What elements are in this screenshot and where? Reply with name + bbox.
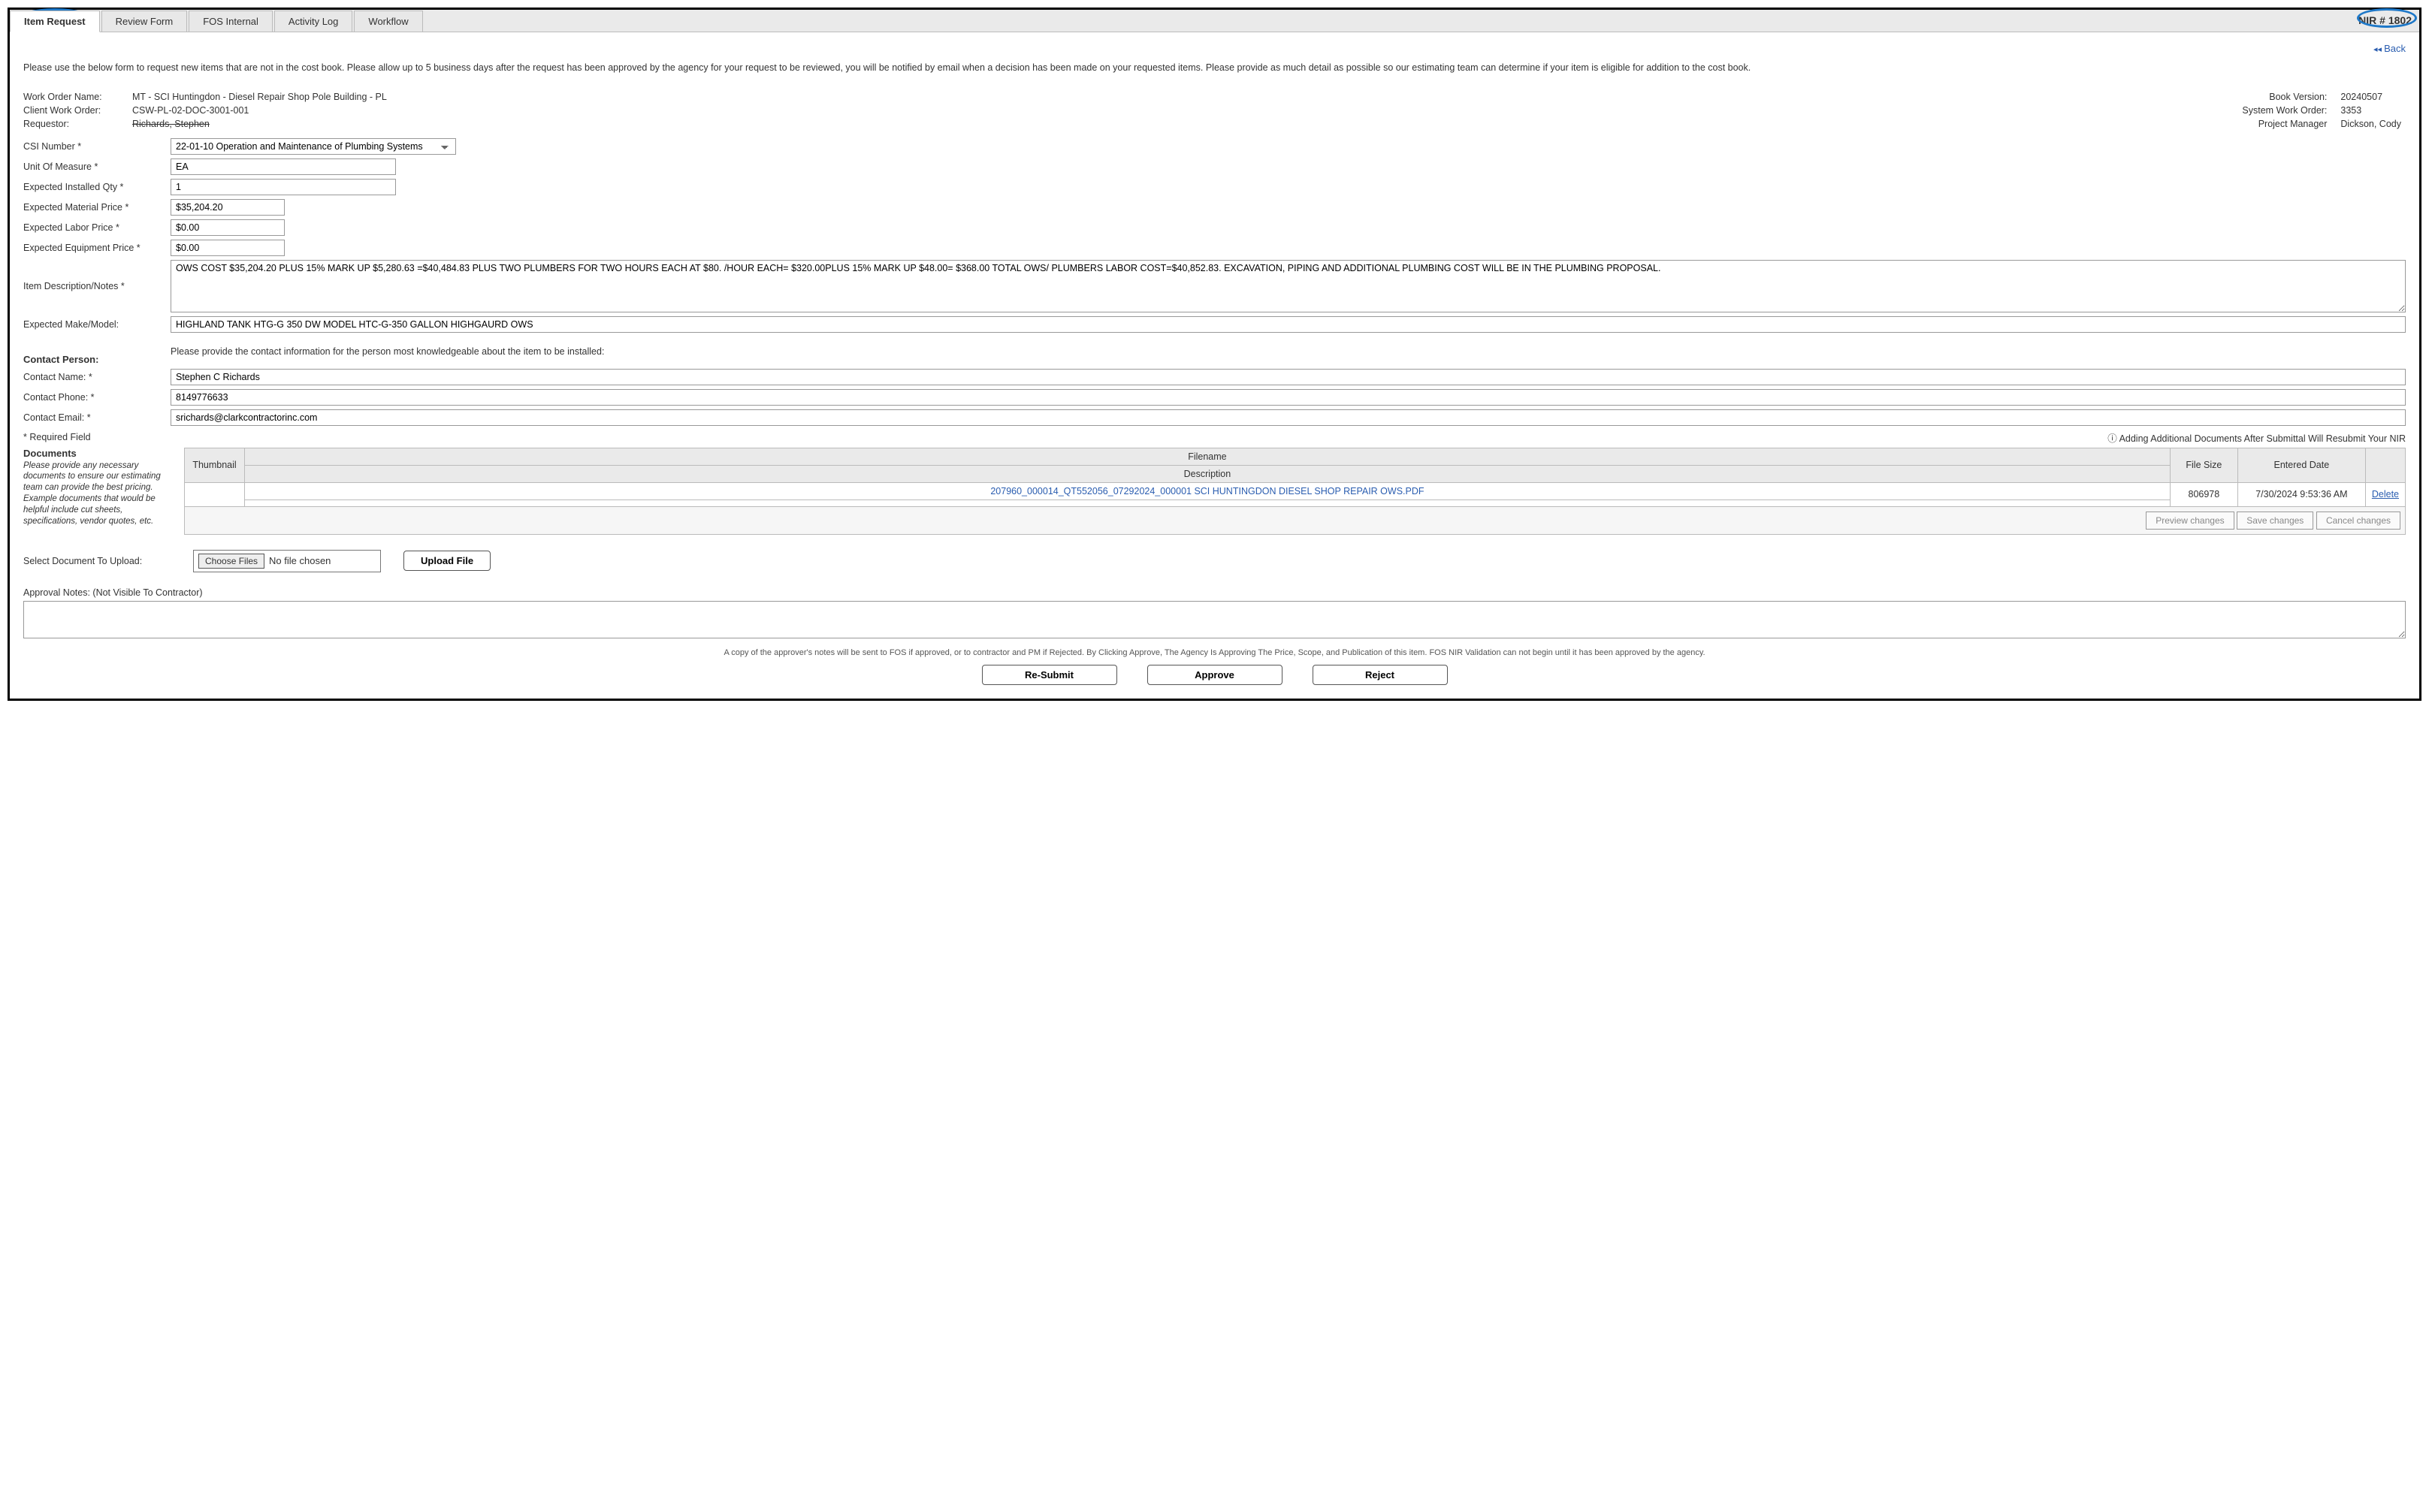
book-version-label: Book Version: <box>2231 90 2340 104</box>
exp-qty-label: Expected Installed Qty * <box>23 182 171 192</box>
exp-make-input[interactable] <box>171 316 2406 333</box>
app-frame: Item Request Review Form FOS Internal Ac… <box>8 8 2421 701</box>
csi-number-label: CSI Number * <box>23 141 171 152</box>
cell-filename[interactable]: 207960_000014_QT552056_07292024_000001 S… <box>245 482 2171 499</box>
work-order-name-label: Work Order Name: <box>23 90 132 104</box>
exp-equip-input[interactable] <box>171 240 285 256</box>
item-desc-label: Item Description/Notes * <box>23 260 171 291</box>
contact-phone-label: Contact Phone: * <box>23 392 171 403</box>
exp-material-input[interactable] <box>171 199 285 216</box>
approve-button[interactable]: Approve <box>1147 665 1282 685</box>
exp-material-label: Expected Material Price * <box>23 202 171 213</box>
project-manager-value: Dickson, Cody <box>2340 117 2406 131</box>
contact-email-input[interactable] <box>171 409 2406 426</box>
upload-label: Select Document To Upload: <box>23 556 171 566</box>
table-row-desc <box>185 499 2406 506</box>
cell-entered: 7/30/2024 9:53:36 AM <box>2237 482 2365 506</box>
tab-fos-internal[interactable]: FOS Internal <box>189 11 273 32</box>
preview-changes-button[interactable]: Preview changes <box>2146 512 2234 530</box>
approval-notes-label: Approval Notes: (Not Visible To Contract… <box>23 587 2406 598</box>
table-row: 207960_000014_QT552056_07292024_000001 S… <box>185 482 2406 499</box>
delete-link[interactable]: Delete <box>2372 489 2399 499</box>
book-version-value: 20240507 <box>2340 90 2406 104</box>
choose-files-button[interactable]: Choose Files <box>198 554 264 569</box>
file-chooser[interactable]: Choose Files No file chosen <box>193 550 381 572</box>
work-order-name-value: MT - SCI Huntingdon - Diesel Repair Shop… <box>132 90 391 104</box>
uom-label: Unit Of Measure * <box>23 161 171 172</box>
col-description: Description <box>245 465 2171 482</box>
requestor-label: Requestor: <box>23 117 132 131</box>
exp-make-label: Expected Make/Model: <box>23 319 171 330</box>
cell-thumbnail <box>185 482 245 506</box>
requestor-value: Richards, Stephen <box>132 117 391 131</box>
cell-filesize: 806978 <box>2170 482 2237 506</box>
tab-review-form[interactable]: Review Form <box>101 11 188 32</box>
table-header-row: Thumbnail Filename File Size Entered Dat… <box>185 448 2406 465</box>
no-file-text: No file chosen <box>269 555 331 566</box>
contact-name-input[interactable] <box>171 369 2406 385</box>
exp-equip-label: Expected Equipment Price * <box>23 243 171 253</box>
header-row: Work Order Name: MT - SCI Huntingdon - D… <box>23 90 2406 131</box>
required-note: * Required Field <box>23 432 91 442</box>
documents-table: Thumbnail Filename File Size Entered Dat… <box>184 448 2406 507</box>
documents-description: Please provide any necessary documents t… <box>23 460 171 528</box>
approval-notes-textarea[interactable] <box>23 601 2406 638</box>
col-actions <box>2365 448 2405 482</box>
nir-number: NIR # 1802 <box>2358 14 2412 26</box>
cancel-changes-button[interactable]: Cancel changes <box>2316 512 2400 530</box>
contact-section-label: Contact Person: <box>23 354 171 365</box>
cell-description <box>245 499 2171 506</box>
reject-button[interactable]: Reject <box>1313 665 1448 685</box>
client-work-order-label: Client Work Order: <box>23 104 132 117</box>
exp-labor-input[interactable] <box>171 219 285 236</box>
contact-phone-input[interactable] <box>171 389 2406 406</box>
system-work-order-value: 3353 <box>2340 104 2406 117</box>
system-work-order-label: System Work Order: <box>2231 104 2340 117</box>
resubmit-note: Adding Additional Documents After Submit… <box>2107 430 2406 445</box>
content-area: Back Please use the below form to reques… <box>10 32 2419 699</box>
tab-bar: Item Request Review Form FOS Internal Ac… <box>10 10 2419 32</box>
contact-name-label: Contact Name: * <box>23 372 171 382</box>
contact-email-label: Contact Email: * <box>23 412 171 423</box>
csi-number-select[interactable]: 22-01-10 Operation and Maintenance of Pl… <box>171 138 456 155</box>
approval-footnote: A copy of the approver's notes will be s… <box>23 648 2406 657</box>
tab-workflow[interactable]: Workflow <box>354 11 422 32</box>
save-changes-button[interactable]: Save changes <box>2237 512 2313 530</box>
item-desc-textarea[interactable] <box>171 260 2406 312</box>
col-filesize: File Size <box>2170 448 2237 482</box>
documents-footer: Preview changes Save changes Cancel chan… <box>184 507 2406 535</box>
documents-heading: Documents <box>23 448 77 459</box>
exp-qty-input[interactable] <box>171 179 396 195</box>
tab-activity-log[interactable]: Activity Log <box>274 11 352 32</box>
contact-instruction: Please provide the contact information f… <box>171 346 604 357</box>
exp-labor-label: Expected Labor Price * <box>23 222 171 233</box>
resubmit-button[interactable]: Re-Submit <box>982 665 1117 685</box>
project-manager-label: Project Manager <box>2231 117 2340 131</box>
client-work-order-value: CSW-PL-02-DOC-3001-001 <box>132 104 391 117</box>
col-filename: Filename <box>245 448 2171 465</box>
upload-file-button[interactable]: Upload File <box>403 551 491 571</box>
tab-item-request[interactable]: Item Request <box>10 11 100 32</box>
col-entered: Entered Date <box>2237 448 2365 482</box>
table-header-row2: Description <box>185 465 2406 482</box>
col-thumbnail: Thumbnail <box>185 448 245 482</box>
uom-input[interactable] <box>171 158 396 175</box>
instructions-text: Please use the below form to request new… <box>23 62 2406 75</box>
back-link[interactable]: Back <box>2373 43 2406 54</box>
